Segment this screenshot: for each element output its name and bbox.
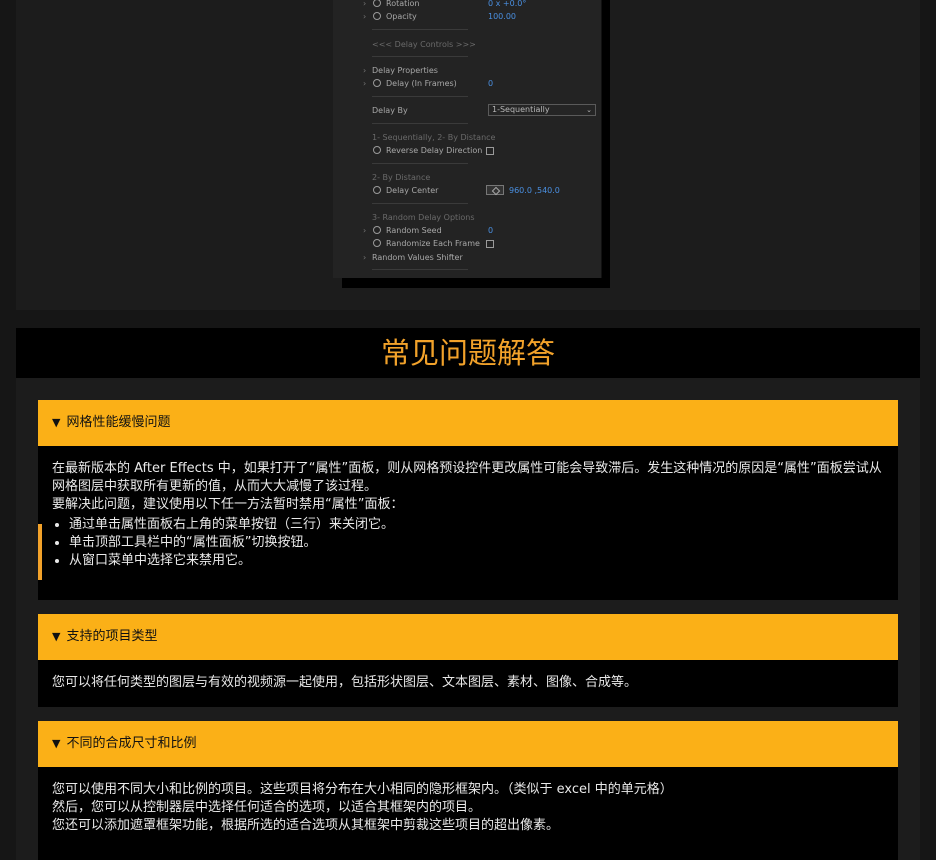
list-item: 单击顶部工具栏中的“属性面板”切换按钮。 (69, 534, 884, 552)
triangle-down-icon: ▼ (52, 737, 61, 750)
answer-paragraph: 您可以使用不同大小和比例的项目。这些项目将分布在大小相同的隐形框架内。（类似于 … (52, 782, 673, 797)
chevron-right-icon[interactable]: › (363, 252, 366, 264)
divider (372, 29, 468, 30)
reverse-delay-checkbox[interactable] (486, 147, 494, 155)
stopwatch-icon[interactable] (373, 146, 381, 154)
chevron-right-icon[interactable]: › (363, 0, 366, 10)
chevron-right-icon[interactable]: › (363, 11, 366, 23)
stopwatch-icon[interactable] (373, 239, 381, 247)
faq-question: 支持的项目类型 (66, 629, 158, 644)
faq-title: 常见问题解答 (380, 336, 555, 370)
property-value[interactable]: 960.0 ,540.0 (509, 185, 560, 197)
chevron-right-icon[interactable]: › (363, 78, 366, 90)
faq-item: ▼ 支持的项目类型 您可以将任何类型的图层与有效的视频源一起使用，包括形状图层、文… (38, 614, 898, 707)
answer-paragraph: 您还可以添加遮罩框架功能，根据所选的适合选项从其框架中剪裁这些项目的超出像素。 (52, 818, 560, 833)
randomize-frame-checkbox[interactable] (486, 240, 494, 248)
accent-bar (38, 524, 42, 580)
triangle-down-icon: ▼ (52, 630, 61, 643)
faq-question: 网格性能缓慢问题 (66, 415, 171, 430)
property-label: Reverse Delay Direction (386, 146, 483, 155)
stopwatch-icon[interactable] (373, 79, 381, 87)
property-label: Randomize Each Frame (386, 239, 480, 248)
chevron-down-icon: ⌄ (586, 106, 592, 114)
delay-by-row: Delay By 1-Sequentially ⌄ (333, 104, 601, 117)
group-label: Random Values Shifter (372, 253, 463, 262)
chevron-right-icon[interactable]: › (363, 65, 366, 77)
divider (372, 203, 468, 204)
divider (372, 269, 468, 270)
faq-answer: 您可以将任何类型的图层与有效的视频源一起使用，包括形状图层、文本图层、素材、图像… (38, 660, 898, 707)
faq-item: ▼ 不同的合成尺寸和比例 您可以使用不同大小和比例的项目。这些项目将分布在大小相同… (38, 721, 898, 860)
answer-paragraph: 要解决此问题，建议使用以下任一方法暂时禁用“属性”面板： (52, 497, 404, 512)
section-label: 3- Random Delay Options (372, 213, 475, 222)
triangle-down-icon: ▼ (52, 416, 61, 429)
property-label: Delay By (372, 106, 408, 115)
divider (372, 96, 468, 97)
property-label: Delay (In Frames) (386, 79, 457, 88)
section-label: 1- Sequentially, 2- By Distance (372, 133, 496, 142)
answer-paragraph: 然后，您可以从控制器层中选择任何适合的选项，以适合其框架内的项目。 (52, 800, 482, 815)
faq-answer: 您可以使用不同大小和比例的项目。这些项目将分布在大小相同的隐形框架内。（类似于 … (38, 767, 898, 860)
property-value[interactable]: 100.00 (488, 11, 516, 23)
stopwatch-icon[interactable] (373, 0, 381, 7)
property-label: Opacity (386, 12, 417, 21)
section-label: <<< Delay Controls >>> (372, 40, 476, 49)
faq-item: ▼ 网格性能缓慢问题 在最新版本的 After Effects 中，如果打开了“属… (38, 400, 898, 600)
chevron-right-icon[interactable]: › (363, 225, 366, 237)
crosshair-icon[interactable] (486, 185, 504, 195)
stopwatch-icon[interactable] (373, 226, 381, 234)
property-label: Rotation (386, 0, 420, 8)
stopwatch-icon[interactable] (373, 186, 381, 194)
property-label: Delay Center (386, 186, 439, 195)
property-value[interactable]: 0 (488, 78, 493, 90)
divider (372, 163, 468, 164)
effect-controls-panel: › Rotation 0 x +0.0° › Opacity 100.00 <<… (333, 0, 602, 278)
section-label: 2- By Distance (372, 173, 431, 182)
faq-question-toggle[interactable]: ▼ 不同的合成尺寸和比例 (38, 721, 898, 767)
answer-paragraph: 您可以将任何类型的图层与有效的视频源一起使用，包括形状图层、文本图层、素材、图像… (52, 675, 638, 690)
list-item: 从窗口菜单中选择它来禁用它。 (69, 552, 884, 570)
faq-question-toggle[interactable]: ▼ 支持的项目类型 (38, 614, 898, 660)
property-value[interactable]: 0 x +0.0° (488, 0, 526, 10)
property-label: Random Seed (386, 226, 442, 235)
delay-by-dropdown[interactable]: 1-Sequentially ⌄ (488, 104, 596, 116)
faq-header: 常见问题解答 (16, 328, 920, 378)
list-item: 通过单击属性面板右上角的菜单按钮（三行）来关闭它。 (69, 516, 884, 534)
dropdown-value: 1-Sequentially (492, 105, 550, 114)
faq-answer: 在最新版本的 After Effects 中，如果打开了“属性”面板，则从网格预… (38, 446, 898, 600)
divider (372, 56, 468, 57)
stopwatch-icon[interactable] (373, 12, 381, 20)
answer-paragraph: 在最新版本的 After Effects 中，如果打开了“属性”面板，则从网格预… (52, 461, 882, 494)
answer-list: 通过单击属性面板右上角的菜单按钮（三行）来关闭它。 单击顶部工具栏中的“属性面板… (52, 516, 884, 570)
divider (372, 123, 468, 124)
property-value[interactable]: 0 (488, 225, 493, 237)
faq-question: 不同的合成尺寸和比例 (66, 736, 197, 751)
group-label: Delay Properties (372, 66, 438, 75)
faq-question-toggle[interactable]: ▼ 网格性能缓慢问题 (38, 400, 898, 446)
